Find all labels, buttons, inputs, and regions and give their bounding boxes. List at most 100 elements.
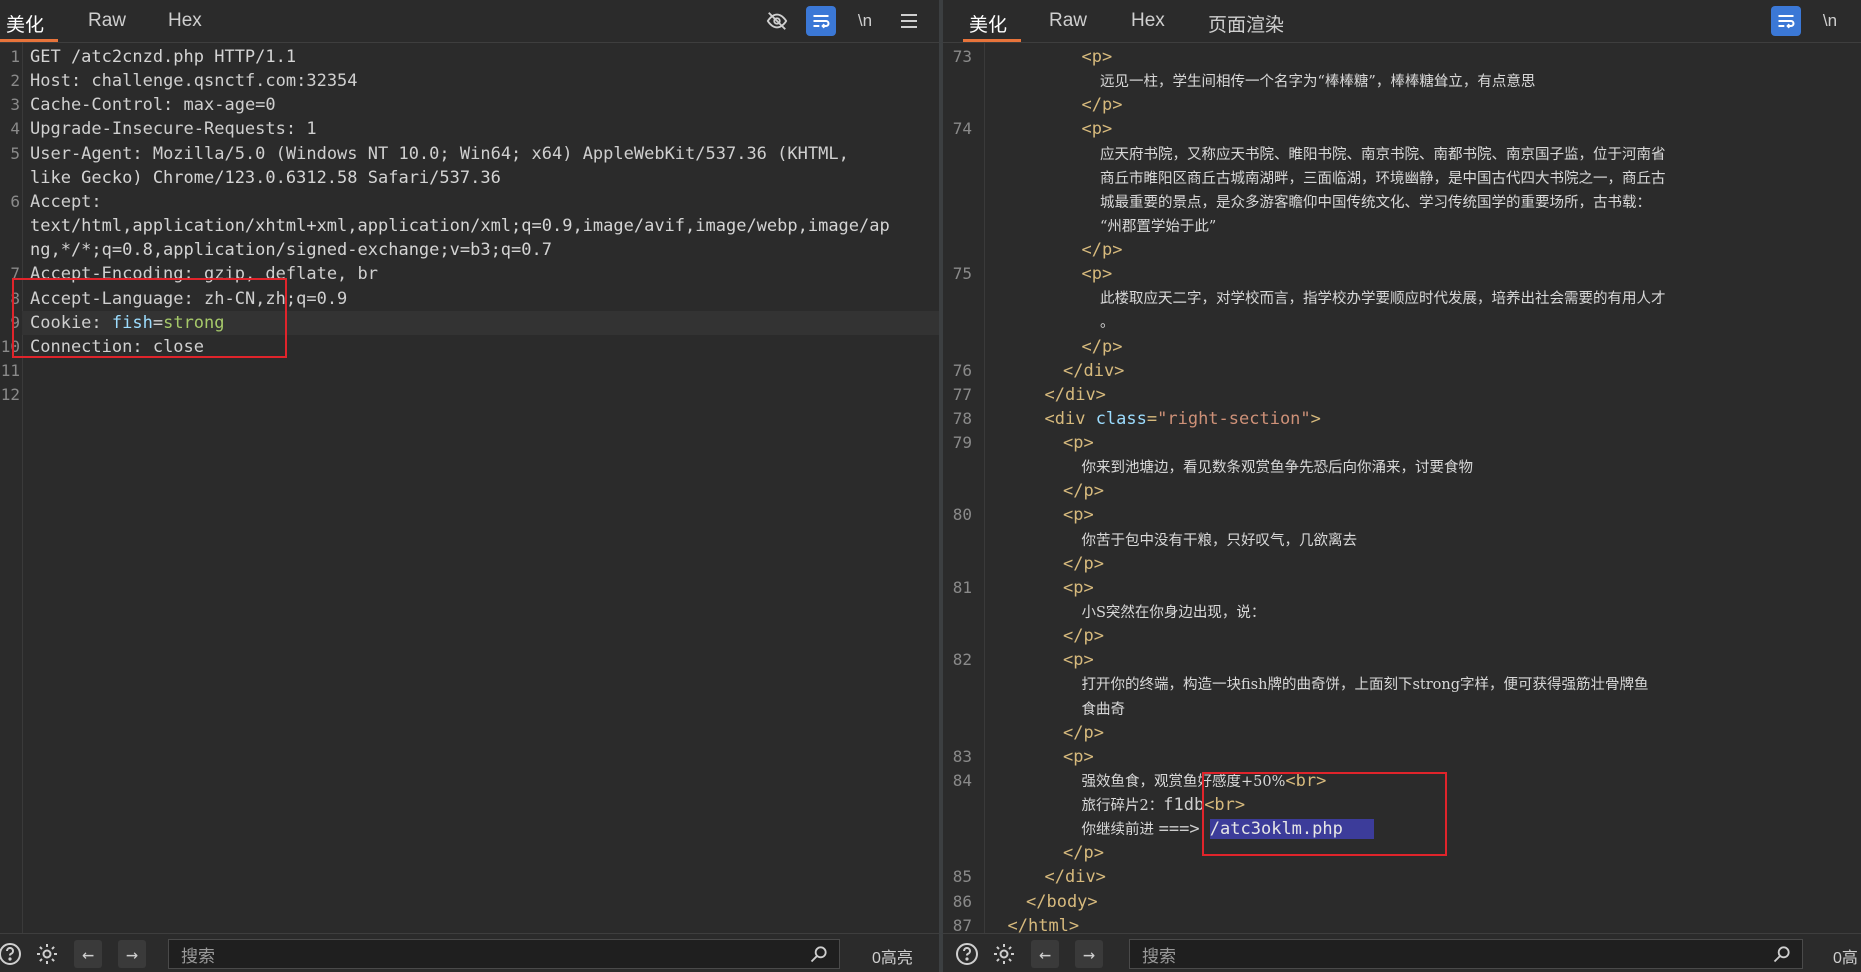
code-line: “州郡置学始于此” <box>1100 214 1216 239</box>
html-tag: <p> <box>1081 119 1113 140</box>
code-text: text/html,application/xhtml+xml,applicat… <box>30 216 890 237</box>
back-arrow-icon[interactable]: ← <box>1031 940 1059 968</box>
tab-hex[interactable]: Hex <box>168 10 202 42</box>
header-name: Cookie: <box>30 312 112 333</box>
response-search-input[interactable]: 搜索 <box>1129 939 1803 969</box>
content-text: “州郡置学始于此” <box>1100 218 1217 235</box>
line-number: 87 <box>952 915 972 933</box>
header-name: Connection: <box>30 336 153 357</box>
header-name: Accept-Language: <box>30 288 204 309</box>
code-text: f1db <box>1163 795 1205 816</box>
code-line: <p> <box>1063 503 1094 527</box>
newline-toggle-icon[interactable]: \n <box>1815 6 1845 36</box>
html-tag: <p> <box>1063 433 1094 454</box>
help-icon[interactable] <box>0 940 24 968</box>
line-number: 7 <box>10 264 20 284</box>
html-tag: <p> <box>1063 577 1094 598</box>
line-number: 1 <box>10 47 20 66</box>
word-wrap-icon[interactable] <box>1771 6 1801 36</box>
code-line: </div> <box>1063 359 1124 383</box>
request-search-input[interactable]: 搜索 <box>168 939 840 969</box>
html-tag: <br> <box>1285 770 1327 791</box>
back-arrow-icon[interactable]: ← <box>74 940 102 968</box>
code-line: <p> <box>1082 117 1113 141</box>
html-tag: </p> <box>1081 240 1123 261</box>
help-icon[interactable] <box>953 940 981 968</box>
code-line: 此楼取应天二字，对学校而言，指学校办学要顺应时代发展，培养出社会需要的有用人才 <box>1100 286 1666 311</box>
header-value: challenge.qsnctf.com:32354 <box>91 71 358 92</box>
search-placeholder: 搜索 <box>1142 946 1176 966</box>
html-tag: <p> <box>1063 746 1094 767</box>
line-number: 86 <box>952 891 972 911</box>
html-tag: </body> <box>1026 891 1098 912</box>
line-number: 76 <box>952 360 972 380</box>
newline-toggle-icon[interactable]: \n <box>850 6 880 36</box>
html-tag: </html> <box>1007 915 1080 933</box>
html-tag: </p> <box>1063 722 1104 743</box>
code-line: <p> <box>1082 262 1113 286</box>
tab-raw[interactable]: Raw <box>88 10 126 42</box>
header-value: Mozilla/5.0 (Windows NT 10.0; Win64; x64… <box>152 143 849 164</box>
html-tag: </p> <box>1063 481 1104 502</box>
line-number: 8 <box>10 288 20 308</box>
content-text: 。 <box>1100 315 1115 332</box>
line-number: 79 <box>952 433 972 453</box>
tab-hex[interactable]: Hex <box>1131 10 1165 42</box>
html-tag: </p> <box>1063 843 1104 864</box>
forward-arrow-icon[interactable]: → <box>118 940 146 968</box>
request-pane: 美化 Raw Hex \n 1 2 3 4 5 6 7 8 9 10 11 12 GET /atc2c… <box>0 0 939 972</box>
header-value: gzip, deflate, br <box>204 264 378 285</box>
code-line: 应天府书院，又称应天书院、睢阳书院、南京书院、南都书院、南京国子监，位于河南省 <box>1100 142 1666 167</box>
tab-raw[interactable]: Raw <box>1049 10 1087 42</box>
code-line: <div class="right-section"> <box>1045 407 1321 431</box>
request-editor[interactable]: 1 2 3 4 5 6 7 8 9 10 11 12 GET /atc2cnzd.php HTTP/1… <box>0 43 939 933</box>
line-number: 10 <box>0 336 20 356</box>
code-line: </div> <box>1045 383 1106 407</box>
forward-arrow-icon[interactable]: → <box>1075 940 1103 968</box>
request-bottom-bar: ← → 搜索 0高亮 <box>0 933 939 972</box>
content-text: 小S突然在你身边出现，说： <box>1081 604 1266 621</box>
cookie-name: fish <box>111 312 153 333</box>
code-line: Host: challenge.qsnctf.com:32354 <box>30 69 358 93</box>
html-tag: > <box>1310 408 1321 429</box>
code-line: Cookie: fish=strong <box>22 310 939 335</box>
search-icon[interactable] <box>809 944 829 969</box>
code-line: ng,*/*;q=0.8,application/signed-exchange… <box>30 238 552 262</box>
content-text: 此楼取应天二字，对学校而言，指学校办学要顺应时代发展，培养出社会需要的有用人才 <box>1100 291 1666 308</box>
code-line: 商丘市睢阳区商丘古城南湖畔，三面临湖，环境幽静，是中国古代四大书院之一，商丘古 <box>1100 166 1666 191</box>
line-number: 3 <box>10 95 20 115</box>
html-tag: <p> <box>1081 264 1113 285</box>
line-number: 82 <box>952 650 972 670</box>
word-wrap-icon[interactable] <box>806 6 836 36</box>
tab-render[interactable]: 页面渲染 <box>1208 10 1284 42</box>
line-number: 74 <box>952 119 972 139</box>
line-number: 78 <box>952 408 972 428</box>
code-line: 。 <box>1100 310 1115 335</box>
code-line: <p> <box>1082 45 1113 69</box>
attribute-name: class <box>1095 408 1147 429</box>
code-text: ===> <box>1158 819 1210 840</box>
content-text: 远见一柱，学生间相传一个名字为“棒棒糖”，棒棒糖耸立，有点意思 <box>1100 74 1536 91</box>
hamburger-menu-icon[interactable] <box>894 6 924 36</box>
gear-icon[interactable] <box>33 940 61 968</box>
html-tag: </div> <box>1063 360 1125 381</box>
code-line: <p> <box>1063 576 1094 600</box>
eye-slash-icon[interactable] <box>762 6 792 36</box>
code-line: </body> <box>1026 890 1098 914</box>
code-line: </p> <box>1063 552 1104 576</box>
content-text: 你来到池塘边，看见数条观赏鱼争先恐后向你涌来，讨要食物 <box>1081 460 1474 477</box>
content-text: 你苦于包中没有干粮，只好叹气，几欲离去 <box>1081 532 1358 549</box>
line-number: 12 <box>0 385 20 405</box>
tab-pretty[interactable]: 美化 <box>0 10 59 42</box>
search-icon[interactable] <box>1772 944 1792 969</box>
highlight-count: 0高亮 <box>872 950 913 967</box>
line-number: 81 <box>952 577 972 597</box>
response-tabbar: 美化 Raw Hex 页面渲染 \n <box>943 0 1861 43</box>
html-tag: </p> <box>1063 553 1104 574</box>
gear-icon[interactable] <box>990 940 1018 968</box>
response-editor[interactable]: 73 74 75 76 77 78 79 80 81 82 83 84 85 86 87 <p> 远见一柱，学… <box>943 43 1861 933</box>
line-number: 4 <box>10 119 20 139</box>
code-text: ng,*/*;q=0.8,application/signed-exchange… <box>30 240 552 261</box>
tab-pretty[interactable]: 美化 <box>962 10 1022 42</box>
header-value: max-age=0 <box>183 95 276 116</box>
